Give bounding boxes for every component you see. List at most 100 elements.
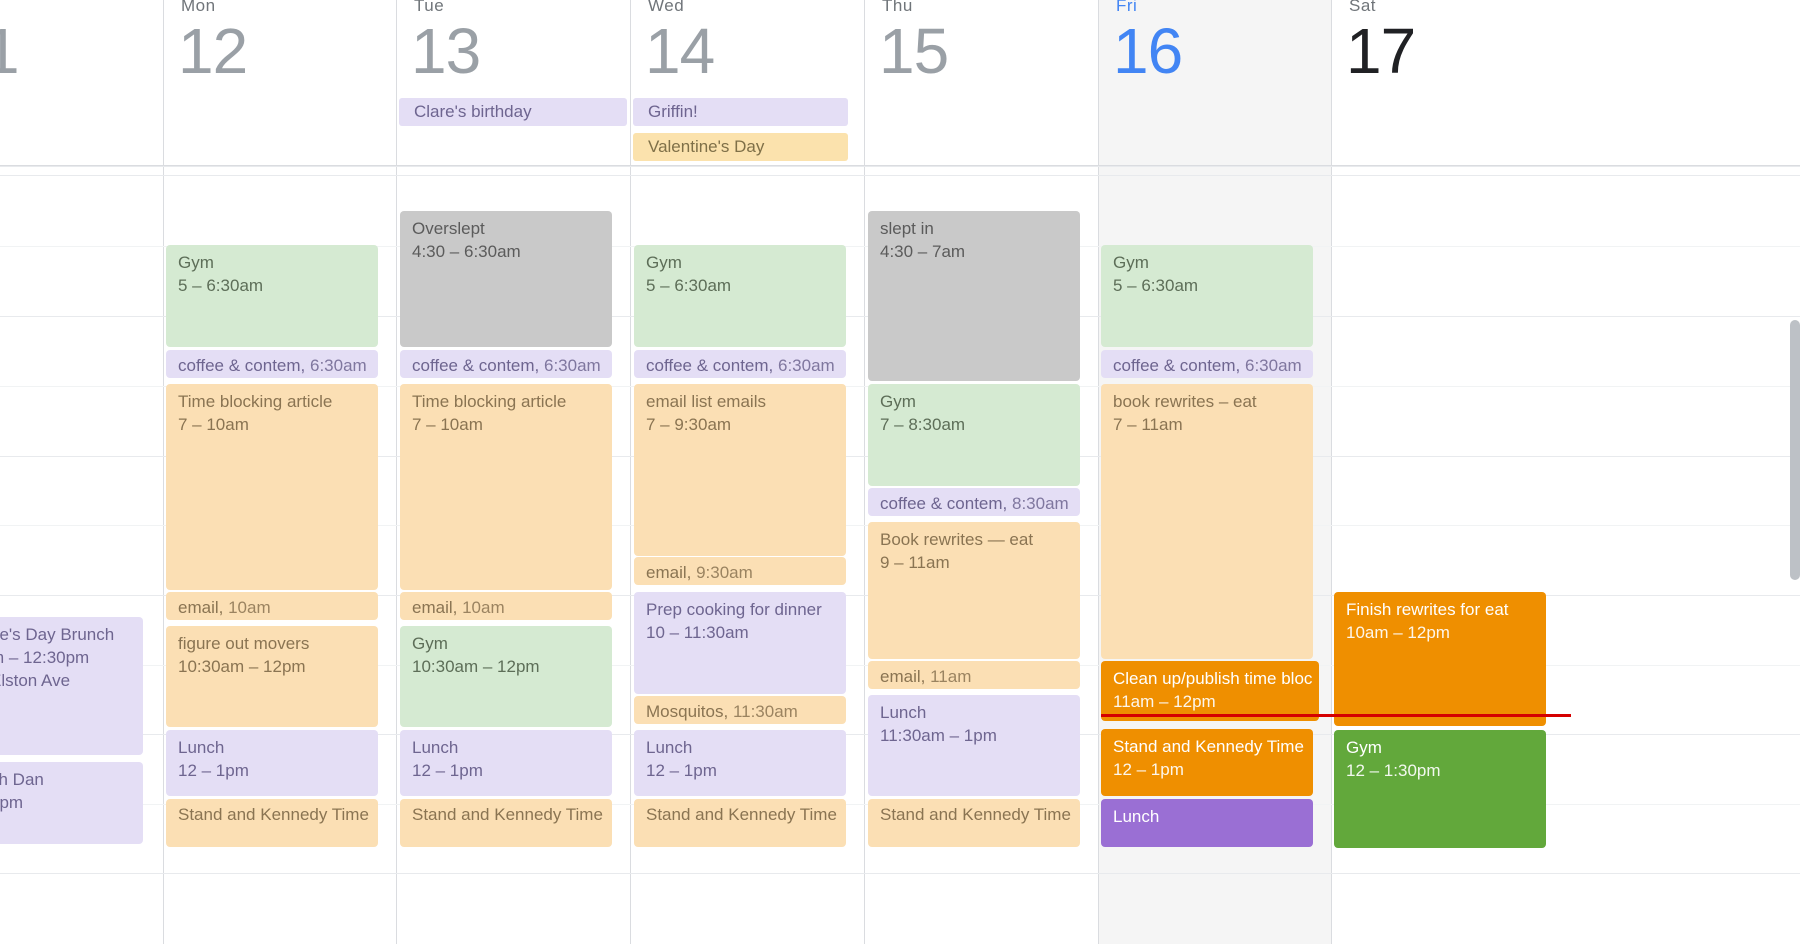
event-time: 11am: [930, 667, 972, 686]
event-title: Lunch: [880, 703, 927, 722]
event-wed-prep-cooking-for-dinner[interactable]: Prep cooking for dinner 10 – 11:30am: [634, 592, 846, 694]
event-mon-figure-out-movers[interactable]: figure out movers 10:30am – 12pm: [166, 626, 378, 727]
event-wed-lunch[interactable]: Lunch 12 – 1pm: [634, 730, 846, 796]
event-fri-lunch[interactable]: Lunch: [1101, 799, 1313, 847]
event-title: email list emails: [646, 392, 766, 411]
event-time: 11:30am – 1pm: [880, 726, 997, 745]
event-title: coffee & contem,: [880, 494, 1008, 513]
event-mon-time-blocking-article[interactable]: Time blocking article 7 – 10am: [166, 384, 378, 590]
event-title: ith Dan: [0, 770, 44, 789]
event-thu-gym[interactable]: Gym 7 – 8:30am: [868, 384, 1080, 486]
event-title: Gym: [880, 392, 916, 411]
event-title: Lunch: [646, 738, 693, 757]
event-mon-lunch[interactable]: Lunch 12 – 1pm: [166, 730, 378, 796]
calendar-week-view[interactable]: 1 Mon 12 Tue 13 Wed 14 Thu 15 Fri 16 Sat…: [0, 0, 1800, 944]
event-title: Lunch: [412, 738, 459, 757]
event-wed-email[interactable]: email, 9:30am: [634, 557, 846, 585]
event-sun-with-dan[interactable]: ith Dan 2pm: [0, 762, 143, 844]
vertical-scrollbar[interactable]: [1790, 320, 1800, 580]
event-title: Time blocking article: [178, 392, 333, 411]
event-title: Stand and Kennedy Time: [1113, 737, 1304, 756]
event-time: 10am: [462, 598, 505, 617]
event-time: 9:30am: [696, 563, 753, 582]
event-title: Time blocking article: [412, 392, 567, 411]
event-fri-book-rewrites-eat[interactable]: book rewrites – eat 7 – 11am: [1101, 384, 1313, 659]
event-thu-stand-and-kennedy-time[interactable]: Stand and Kennedy Time: [868, 799, 1080, 847]
event-time: 6:30am: [310, 356, 367, 375]
event-time: 5 – 6:30am: [1113, 276, 1199, 295]
event-title: Mosquitos,: [646, 702, 729, 721]
event-sat-gym[interactable]: Gym 12 – 1:30pm: [1334, 730, 1546, 848]
event-mon-coffee-contem[interactable]: coffee & contem, 6:30am: [166, 350, 378, 378]
event-fri-stand-and-kennedy-time[interactable]: Stand and Kennedy Time 12 – 1pm: [1101, 729, 1313, 796]
event-tue-gym[interactable]: Gym 10:30am – 12pm: [400, 626, 612, 727]
event-title: Book rewrites — eat: [880, 530, 1034, 549]
event-title: ne's Day Brunch: [0, 625, 115, 644]
event-title: email,: [646, 563, 692, 582]
event-fri-gym[interactable]: Gym 5 – 6:30am: [1101, 245, 1313, 347]
event-time: 10 – 11:30am: [646, 623, 749, 642]
event-title: Gym: [178, 253, 214, 272]
event-tue-lunch[interactable]: Lunch 12 – 1pm: [400, 730, 612, 796]
event-wed-mosquitos[interactable]: Mosquitos, 11:30am: [634, 696, 846, 724]
event-thu-book-rewrites-eat[interactable]: Book rewrites — eat 9 – 11am: [868, 522, 1080, 659]
event-time: 7 – 9:30am: [646, 415, 732, 434]
event-time: 7 – 10am: [178, 415, 249, 434]
event-title: Prep cooking for dinner: [646, 600, 822, 619]
event-thu-slept-in[interactable]: slept in 4:30 – 7am: [868, 211, 1080, 381]
event-time: 10:30am – 12pm: [178, 657, 306, 676]
event-mon-email[interactable]: email, 10am: [166, 592, 378, 620]
event-wed-gym[interactable]: Gym 5 – 6:30am: [634, 245, 846, 347]
event-fri-coffee-contem[interactable]: coffee & contem, 6:30am: [1101, 350, 1313, 378]
event-wed-email-list-emails[interactable]: email list emails 7 – 9:30am: [634, 384, 846, 556]
event-title: coffee & contem,: [412, 356, 540, 375]
event-sat-finish-rewrites-for-eat[interactable]: Finish rewrites for eat 10am – 12pm: [1334, 592, 1546, 726]
event-title: Stand and Kennedy Time: [646, 805, 837, 824]
event-title: Gym: [646, 253, 682, 272]
event-tue-coffee-contem[interactable]: coffee & contem, 6:30am: [400, 350, 612, 378]
event-time: 6:30am: [778, 356, 835, 375]
event-title: slept in: [880, 219, 934, 238]
event-title: Stand and Kennedy Time: [880, 805, 1071, 824]
event-title: Gym: [1346, 738, 1382, 757]
allday-event-valentines-day[interactable]: Valentine's Day: [633, 133, 848, 161]
event-time: 4:30 – 7am: [880, 242, 966, 261]
event-title: Stand and Kennedy Time: [412, 805, 603, 824]
header-divider: [0, 165, 1800, 166]
event-time: 10am – 12pm: [1346, 623, 1450, 642]
event-time: 11:30am: [732, 702, 798, 721]
event-sun-brunch[interactable]: ne's Day Brunch m – 12:30pm Elston Ave: [0, 617, 143, 755]
event-title: coffee & contem,: [1113, 356, 1241, 375]
event-thu-coffee-contem[interactable]: coffee & contem, 8:30am: [868, 488, 1080, 516]
event-tue-time-blocking-article[interactable]: Time blocking article 7 – 10am: [400, 384, 612, 590]
event-mon-stand-and-kennedy-time[interactable]: Stand and Kennedy Time: [166, 799, 378, 847]
event-thu-lunch[interactable]: Lunch 11:30am – 1pm: [868, 695, 1080, 796]
event-time: 8:30am: [1012, 494, 1069, 513]
event-time: 7 – 8:30am: [880, 415, 966, 434]
event-wed-stand-and-kennedy-time[interactable]: Stand and Kennedy Time: [634, 799, 846, 847]
event-tue-stand-and-kennedy-time[interactable]: Stand and Kennedy Time: [400, 799, 612, 847]
event-time: 7 – 10am: [412, 415, 483, 434]
allday-event-griffin[interactable]: Griffin!: [633, 98, 848, 126]
event-fri-clean-up-publish-time-block[interactable]: Clean up/publish time bloc 11am – 12pm: [1101, 661, 1319, 721]
event-time: 12 – 1pm: [1113, 760, 1184, 779]
event-title: figure out movers: [178, 634, 310, 653]
event-title: Finish rewrites for eat: [1346, 600, 1509, 619]
event-title: email,: [880, 667, 926, 686]
event-thu-email[interactable]: email, 11am: [868, 661, 1080, 689]
event-tue-overslept[interactable]: Overslept 4:30 – 6:30am: [400, 211, 612, 347]
event-time: 11am – 12pm: [1113, 692, 1216, 711]
event-time: 9 – 11am: [880, 553, 950, 572]
event-time: 7 – 11am: [1113, 415, 1183, 434]
event-mon-gym[interactable]: Gym 5 – 6:30am: [166, 245, 378, 347]
allday-event-clares-birthday[interactable]: Clare's birthday: [399, 98, 627, 126]
event-time: 12 – 1:30pm: [1346, 761, 1441, 780]
event-title: email,: [178, 598, 224, 617]
event-wed-coffee-contem[interactable]: coffee & contem, 6:30am: [634, 350, 846, 378]
event-tue-email[interactable]: email, 10am: [400, 592, 612, 620]
event-time: 12 – 1pm: [412, 761, 483, 780]
event-location: Elston Ave: [0, 671, 71, 690]
event-title: Lunch: [1113, 807, 1160, 826]
event-time: 12 – 1pm: [178, 761, 249, 780]
event-time: 10:30am – 12pm: [412, 657, 540, 676]
